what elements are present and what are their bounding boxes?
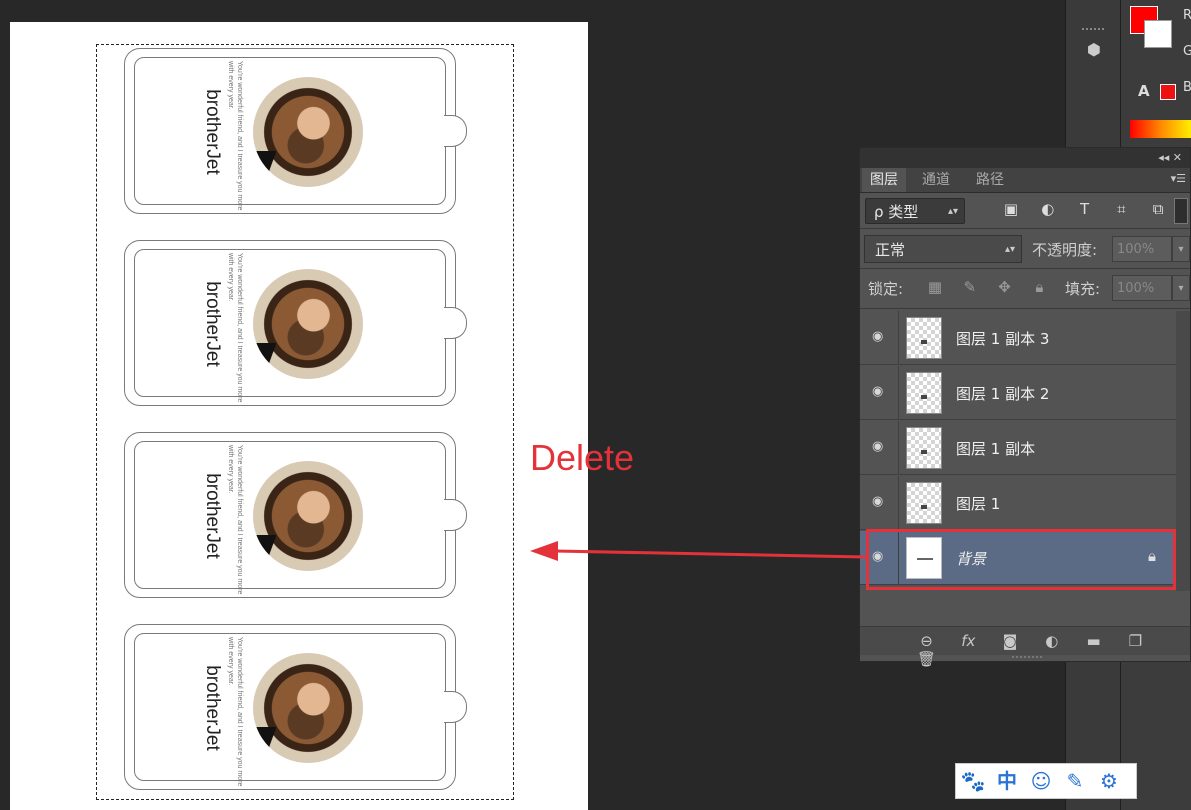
emoji-icon[interactable]: ☺ (1024, 764, 1058, 798)
chinese-mode-button[interactable]: 中 (990, 764, 1024, 798)
arrow-annotation (530, 541, 867, 561)
paw-icon[interactable]: 🐾 (956, 764, 990, 798)
pen-icon[interactable]: ✎ (1058, 764, 1092, 798)
gear-icon[interactable]: ⚙ (1092, 764, 1126, 798)
ime-toolbar: 🐾 中 ☺ ✎ ⚙ (955, 763, 1137, 799)
